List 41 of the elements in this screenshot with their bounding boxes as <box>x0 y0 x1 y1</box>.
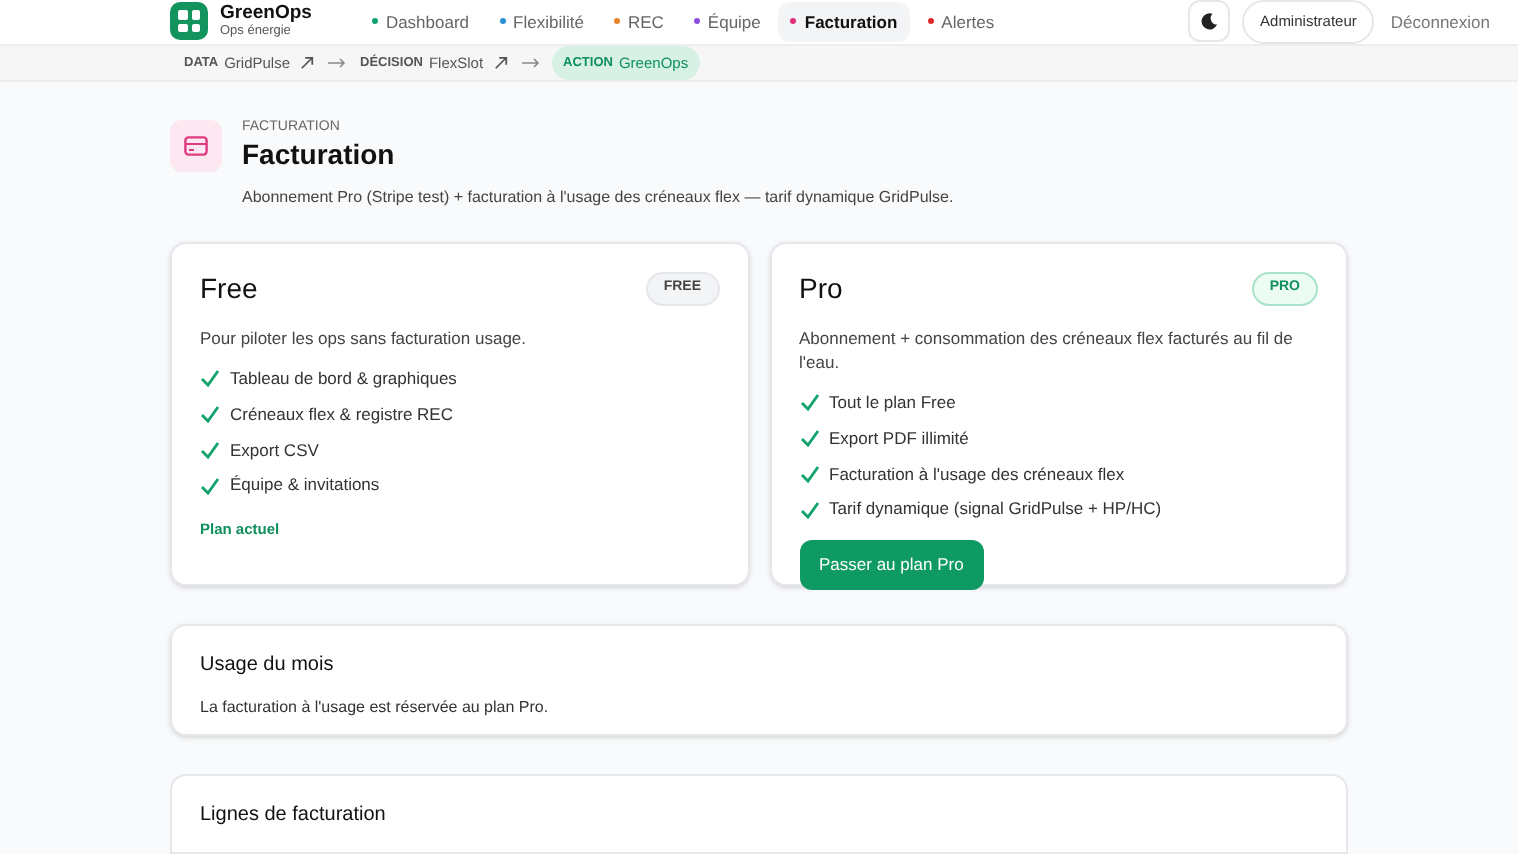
feature-item: Créneaux flex & registre REC <box>230 401 453 427</box>
plan-description: Pour piloter les ops sans facturation usage. <box>200 326 529 350</box>
section-title: Lignes de facturation <box>200 802 388 830</box>
feature-item: Tarif dynamique (signal GridPulse + HP/HC) <box>829 496 1162 522</box>
page-description: Abonnement Pro (Stripe test) + facturation à l'usage des créneaux flex — tarif dynamique GridPulse. <box>242 186 954 210</box>
nav-link[interactable]: Équipe <box>681 1 773 43</box>
feature-item: Tout le plan Free <box>829 390 956 416</box>
arrow-icon <box>521 57 540 68</box>
check-icon <box>799 499 819 520</box>
nav-link[interactable]: Dashboard <box>359 1 482 43</box>
external-link-icon <box>300 55 315 70</box>
arrow-icon <box>328 57 347 68</box>
page-title: Facturation <box>242 140 397 168</box>
plan-name: Pro <box>799 270 843 308</box>
check-icon <box>200 439 220 460</box>
check-icon <box>200 475 220 496</box>
feature-item: Tableau de bord & graphiques <box>230 366 457 392</box>
nav-link[interactable]: REC <box>601 1 676 43</box>
feature-item: Export PDF illimité <box>829 425 969 451</box>
section-title: Usage du mois <box>200 652 336 680</box>
check-icon <box>799 428 819 449</box>
upgrade-button[interactable]: Passer au plan Pro <box>799 540 984 590</box>
moon-icon <box>1200 12 1219 31</box>
theme-toggle-button[interactable] <box>1188 0 1231 43</box>
nav-link[interactable]: Flexibilité <box>487 1 596 43</box>
feature-item: Équipe & invitations <box>230 472 380 498</box>
check-icon <box>200 404 220 425</box>
feature-item: Facturation à l'usage des créneaux flex <box>829 461 1125 487</box>
brand-name: GreenOps <box>220 3 312 23</box>
check-icon <box>200 368 220 389</box>
logout-link[interactable]: Déconnexion <box>1390 9 1490 35</box>
plan-name: Free <box>200 270 258 308</box>
external-link-icon <box>493 55 508 70</box>
check-icon <box>799 463 819 484</box>
nav-link[interactable]: Alertes <box>915 1 1007 43</box>
plan-description: Abonnement + consommation des créneaux flex facturés au fil de l'eau. <box>799 326 1295 374</box>
nav-link[interactable]: Facturation <box>778 1 910 43</box>
check-icon <box>799 392 819 413</box>
card-icon <box>184 136 208 156</box>
feature-item: Export CSV <box>230 437 319 463</box>
usage-message: La facturation à l'usage est réservée au plan Pro. <box>200 696 551 720</box>
